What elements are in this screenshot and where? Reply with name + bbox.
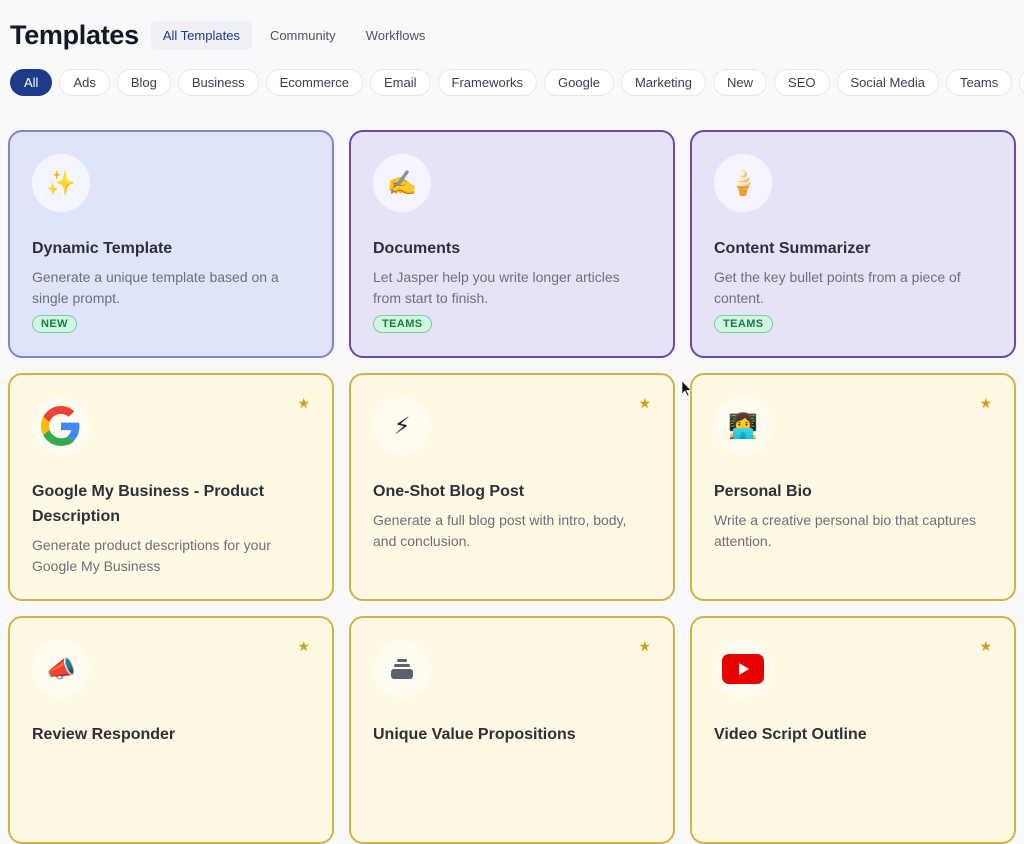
card-description: Generate product descriptions for your G… xyxy=(32,537,271,574)
card-title: Content Summarizer xyxy=(714,240,871,257)
card-title: Dynamic Template xyxy=(32,240,173,257)
template-card-one-shot-blog-post[interactable]: ★ ⚡ One-Shot Blog Post Generate a full b… xyxy=(349,373,675,601)
templates-grid: ✨ Dynamic Template Generate a unique tem… xyxy=(8,130,1016,844)
tab-workflows[interactable]: Workflows xyxy=(354,21,438,50)
card-title: One-Shot Blog Post xyxy=(373,483,525,500)
card-description: Generate a unique template based on a si… xyxy=(32,269,279,306)
new-badge: NEW xyxy=(32,315,77,333)
filter-chip-all[interactable]: All xyxy=(10,69,53,96)
template-card-documents[interactable]: ✍️ Documents Let Jasper help you write l… xyxy=(349,130,675,358)
template-card-review-responder[interactable]: ★ 📣 Review Responder xyxy=(8,616,334,844)
filter-chip-teams[interactable]: Teams xyxy=(945,69,1013,96)
filter-chip-email[interactable]: Email xyxy=(370,69,431,96)
star-icon[interactable]: ★ xyxy=(638,638,651,655)
card-title: Video Script Outline xyxy=(714,726,867,743)
technologist-icon: 👩‍💻 xyxy=(714,397,772,455)
filter-chip-business[interactable]: Business xyxy=(177,69,259,96)
megaphone-icon: 📣 xyxy=(32,640,90,698)
page-header: Templates All Templates Community Workfl… xyxy=(10,20,437,51)
card-title: Google My Business - Product Description xyxy=(32,483,265,525)
ice-cream-icon: 🍦 xyxy=(714,154,772,212)
template-card-personal-bio[interactable]: ★ 👩‍💻 Personal Bio Write a creative pers… xyxy=(690,373,1016,601)
card-description: Write a creative personal bio that captu… xyxy=(714,512,976,549)
filter-chip-google[interactable]: Google xyxy=(544,69,614,96)
star-icon[interactable]: ★ xyxy=(297,638,310,655)
star-icon[interactable]: ★ xyxy=(638,395,651,412)
card-description: Generate a full blog post with intro, bo… xyxy=(373,512,627,549)
sparkles-icon: ✨ xyxy=(32,154,90,212)
mouse-cursor-icon xyxy=(682,381,692,397)
filter-chip-social-media[interactable]: Social Media xyxy=(836,69,939,96)
teams-badge: TEAMS xyxy=(714,315,773,333)
filter-chip-blog[interactable]: Blog xyxy=(116,69,171,96)
page-title: Templates xyxy=(10,20,139,50)
card-description: Let Jasper help you write longer article… xyxy=(373,269,620,306)
star-icon[interactable]: ★ xyxy=(297,395,310,412)
card-title: Review Responder xyxy=(32,726,176,743)
template-tabs: All Templates Community Workflows xyxy=(150,21,438,50)
youtube-logo-icon xyxy=(714,640,772,698)
filter-chip-truncated[interactable]: T xyxy=(1019,69,1024,96)
template-card-google-my-business[interactable]: ★ Google My Business - Product Descripti… xyxy=(8,373,334,601)
template-card-dynamic-template[interactable]: ✨ Dynamic Template Generate a unique tem… xyxy=(8,130,334,358)
google-logo-icon xyxy=(32,397,90,455)
card-title: Documents xyxy=(373,240,461,257)
lightning-icon: ⚡ xyxy=(373,397,431,455)
filter-chip-seo[interactable]: SEO xyxy=(774,69,830,96)
template-card-unique-value-propositions[interactable]: ★ Unique Value Propositions xyxy=(349,616,675,844)
card-title: Unique Value Propositions xyxy=(373,726,576,743)
star-icon[interactable]: ★ xyxy=(979,638,992,655)
template-card-content-summarizer[interactable]: 🍦 Content Summarizer Get the key bullet … xyxy=(690,130,1016,358)
teams-badge: TEAMS xyxy=(373,315,432,333)
card-title: Personal Bio xyxy=(714,483,812,500)
category-filters: All Ads Blog Business Ecommerce Email Fr… xyxy=(10,69,1024,96)
writing-hand-icon: ✍️ xyxy=(373,154,431,212)
filter-chip-ecommerce[interactable]: Ecommerce xyxy=(265,69,363,96)
tab-all-templates[interactable]: All Templates xyxy=(150,21,252,50)
template-card-video-script-outline[interactable]: ★ Video Script Outline xyxy=(690,616,1016,844)
inbox-tray-icon xyxy=(373,640,431,698)
card-description: Get the key bullet points from a piece o… xyxy=(714,269,961,306)
tab-community[interactable]: Community xyxy=(258,21,348,50)
filter-chip-new[interactable]: New xyxy=(713,69,768,96)
filter-chip-frameworks[interactable]: Frameworks xyxy=(437,69,538,96)
star-icon[interactable]: ★ xyxy=(979,395,992,412)
filter-chip-ads[interactable]: Ads xyxy=(59,69,110,96)
filter-chip-marketing[interactable]: Marketing xyxy=(620,69,707,96)
